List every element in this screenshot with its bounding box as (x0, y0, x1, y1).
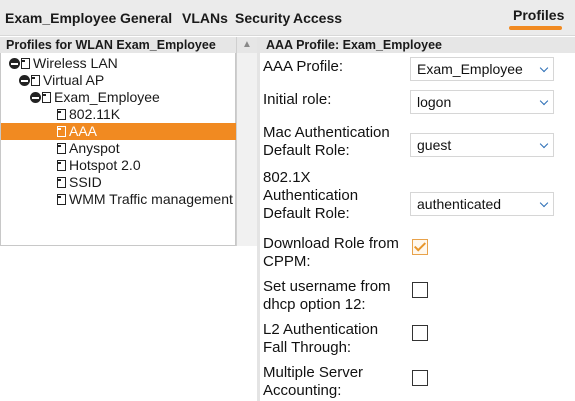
left-pane-header: Profiles for WLAN Exam_Employee (0, 37, 236, 53)
8021x-role-select[interactable]: authenticated (410, 192, 554, 216)
tab-profiles[interactable]: Profiles (513, 7, 564, 23)
chevron-down-icon (539, 139, 549, 149)
tree-node-802-11k[interactable]: 802.11K (57, 106, 120, 123)
profile-page-icon (57, 143, 66, 154)
tree-node-label: AAA (69, 123, 98, 139)
chevron-down-icon (539, 63, 549, 73)
tree-node-label: WMM Traffic management (69, 191, 233, 207)
tree-node-label: Anyspot (69, 140, 120, 156)
field-label-line: Download Role from (263, 235, 399, 252)
tree-node-virtual-ap[interactable]: Virtual AP (19, 72, 104, 89)
tree-node-anyspot[interactable]: Anyspot (57, 140, 120, 157)
tree-node-label: Hotspot 2.0 (69, 157, 141, 173)
scroll-up-arrow-icon[interactable]: ▲ (236, 37, 257, 53)
tree-scrollbar[interactable] (236, 53, 257, 246)
tab-security[interactable]: Security (235, 10, 290, 26)
profile-page-icon (57, 177, 66, 188)
tab-access[interactable]: Access (293, 10, 342, 26)
collapse-icon[interactable] (9, 58, 20, 69)
tab-general[interactable]: General (120, 10, 172, 26)
field-label-line: Authentication (263, 187, 359, 204)
field-label-line: 802.1X (263, 169, 311, 186)
chevron-down-icon (539, 198, 549, 208)
field-label: AAA Profile: (263, 58, 344, 75)
tree-node-label: Wireless LAN (33, 55, 118, 71)
field-label-line: Accounting: (263, 382, 342, 399)
profile-page-icon (21, 58, 30, 69)
top-tab-bar: Exam_Employee General VLANs Security Acc… (0, 0, 575, 36)
profile-page-icon (57, 109, 66, 120)
field-label-line: Multiple Server (263, 364, 364, 381)
profile-page-icon (57, 126, 66, 137)
field-label-line: CPPM: (263, 253, 311, 270)
download-role-cppm-checkbox[interactable] (412, 239, 428, 255)
profile-tree: Wireless LAN Virtual AP Exam_Employee 80… (0, 53, 237, 246)
field-label-line: Default Role: (263, 205, 350, 222)
field-label-line: Default Role: (263, 142, 350, 159)
multiple-server-accounting-checkbox[interactable] (412, 370, 428, 386)
aaa-profile-select[interactable]: Exam_Employee (410, 57, 554, 81)
field-label: 802.1X Authentication Default Role: (263, 169, 358, 223)
field-label-line: Set username from (263, 278, 391, 295)
tree-node-label: 802.11K (69, 106, 121, 122)
tree-node-hotspot[interactable]: Hotspot 2.0 (57, 157, 141, 174)
select-value: authenticated (417, 196, 502, 212)
field-label: L2 Authentication Fall Through: (263, 321, 378, 357)
initial-role-select[interactable]: logon (410, 90, 554, 114)
profile-page-icon (42, 92, 51, 103)
username-dhcp12-checkbox[interactable] (412, 282, 428, 298)
tree-node-label: Exam_Employee (54, 89, 160, 105)
mac-auth-role-select[interactable]: guest (410, 133, 554, 157)
field-label: Set username from dhcp option 12: (263, 278, 391, 314)
collapse-icon[interactable] (19, 75, 30, 86)
profile-page-icon (57, 160, 66, 171)
profile-page-icon (57, 194, 66, 205)
tab-exam-employee[interactable]: Exam_Employee (5, 10, 116, 26)
select-value: guest (417, 137, 452, 153)
tree-node-label: Virtual AP (43, 72, 105, 88)
l2-auth-fallthrough-checkbox[interactable] (412, 325, 428, 341)
field-label-line: dhcp option 12: (263, 296, 366, 313)
profiles-tree-pane: Profiles for WLAN Exam_Employee ▲ Wirele… (0, 37, 260, 401)
collapse-icon[interactable] (30, 92, 41, 103)
field-label-line: Fall Through: (263, 339, 352, 356)
field-label: Initial role: (263, 91, 332, 108)
tree-node-label: SSID (69, 174, 102, 190)
profile-page-icon (31, 75, 40, 86)
select-value: logon (417, 94, 452, 110)
tree-node-wireless-lan[interactable]: Wireless LAN (9, 55, 118, 72)
active-tab-indicator (509, 26, 562, 30)
tree-node-exam-employee[interactable]: Exam_Employee (30, 89, 160, 106)
field-label: Download Role from CPPM: (263, 235, 399, 271)
select-value: Exam_Employee (417, 61, 523, 77)
field-label: Multiple Server Accounting: (263, 364, 363, 400)
tab-vlans[interactable]: VLANs (182, 10, 228, 26)
tree-node-aaa[interactable]: AAA (1, 123, 237, 140)
aaa-profile-pane: AAA Profile: Exam_Employee AAA Profile: … (260, 37, 575, 401)
field-label-line: L2 Authentication (263, 321, 379, 338)
tree-node-wmm-traffic[interactable]: WMM Traffic management (57, 191, 233, 208)
field-label-line: Mac Authentication (263, 124, 390, 141)
chevron-down-icon (539, 96, 549, 106)
tree-node-ssid[interactable]: SSID (57, 174, 102, 191)
right-pane-header: AAA Profile: Exam_Employee (260, 37, 575, 53)
field-label: Mac Authentication Default Role: (263, 124, 390, 160)
